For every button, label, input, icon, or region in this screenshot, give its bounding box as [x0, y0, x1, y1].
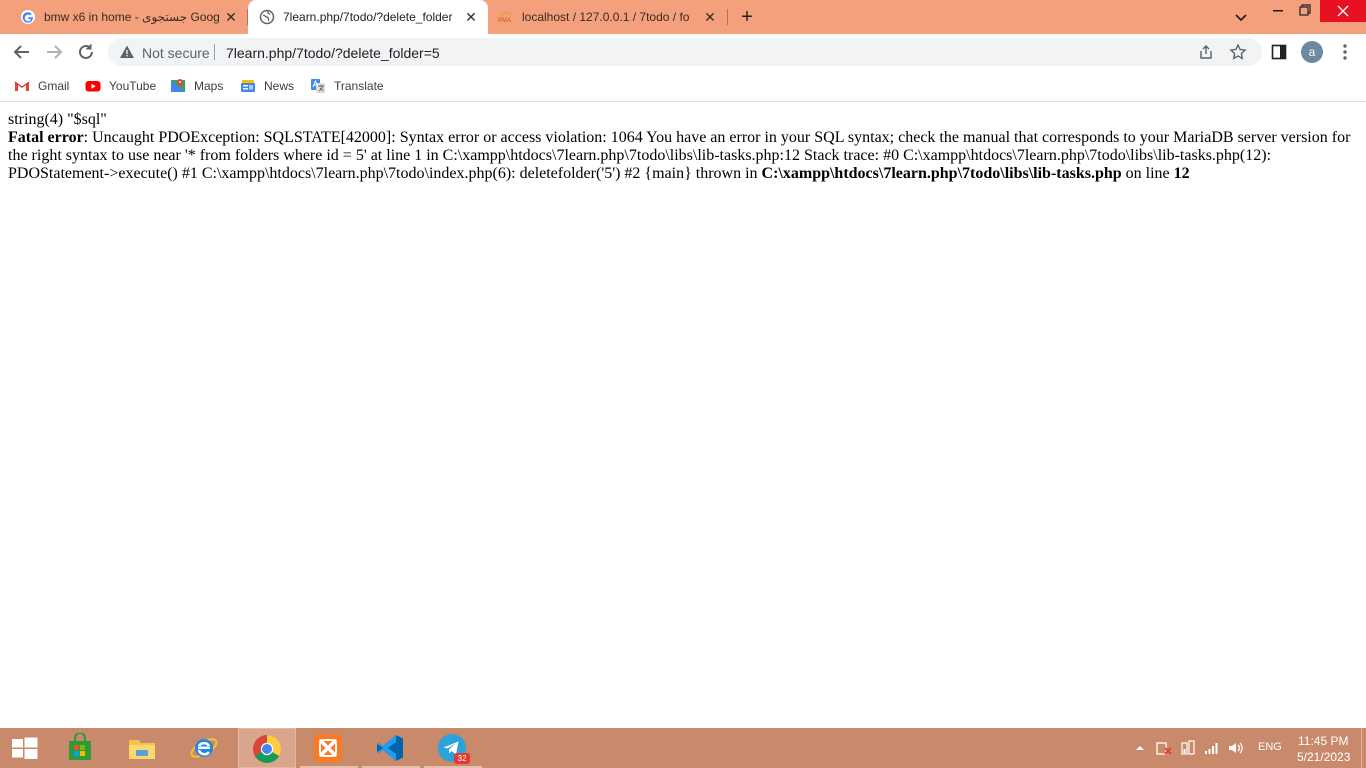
taskbar-chrome[interactable]	[238, 728, 296, 768]
close-tab-icon[interactable]: ✕	[223, 9, 239, 25]
bookmark-translate[interactable]: Translate	[310, 76, 384, 96]
kebab-menu-icon[interactable]	[1337, 43, 1353, 61]
bookmark-label: Translate	[334, 79, 384, 93]
url-text[interactable]: 7learn.php/7todo/?delete_folder=5	[226, 45, 440, 61]
taskbar-telegram[interactable]: 32	[424, 728, 482, 768]
taskbar-file-explorer[interactable]	[114, 728, 172, 768]
tab-title: 7learn.php/7todo/?delete_folder	[283, 10, 453, 24]
store-icon	[69, 733, 91, 760]
svg-text:PMA: PMA	[498, 18, 512, 24]
browser-toolbar: Not secure 7learn.php/7todo/?delete_fold…	[0, 34, 1366, 70]
reload-icon[interactable]	[73, 39, 99, 65]
network-error-icon[interactable]	[1156, 740, 1172, 756]
bookmark-news[interactable]: News	[240, 76, 294, 96]
news-icon	[241, 80, 255, 92]
error-line-number: 12	[1173, 165, 1190, 182]
vscode-icon	[377, 735, 403, 761]
tab-7learn-active[interactable]: 7learn.php/7todo/?delete_folder ✕	[248, 0, 488, 34]
maps-icon	[171, 79, 185, 92]
tab-search-icon[interactable]	[1232, 8, 1250, 26]
error-file-path: C:\xampp\htdocs\7learn.php\7todo\libs\li…	[761, 165, 1122, 182]
globe-icon	[259, 9, 275, 25]
bookmark-label: Maps	[194, 79, 224, 93]
taskbar-internet-explorer[interactable]	[176, 728, 234, 768]
chrome-icon	[253, 735, 281, 763]
minimize-button[interactable]	[1263, 0, 1293, 22]
back-arrow-icon[interactable]	[9, 39, 35, 65]
close-tab-icon[interactable]: ✕	[702, 9, 718, 25]
restore-button[interactable]	[1290, 0, 1320, 22]
input-language[interactable]: ENG	[1258, 741, 1282, 753]
close-window-button[interactable]	[1320, 0, 1366, 22]
tab-title: bmw x6 in home - جستجوی Goog	[44, 10, 220, 24]
bookmark-maps[interactable]: Maps	[170, 76, 223, 96]
taskbar-vscode[interactable]	[362, 728, 420, 768]
chevron-up-icon[interactable]	[1132, 740, 1148, 756]
gmail-icon	[14, 81, 30, 91]
battery-icon[interactable]	[1180, 740, 1196, 756]
volume-icon[interactable]	[1228, 740, 1244, 756]
start-button[interactable]	[0, 728, 50, 768]
bookmark-label: News	[264, 79, 295, 93]
side-panel-icon[interactable]	[1271, 44, 1287, 60]
taskbar-xampp[interactable]	[300, 728, 358, 768]
tab-title: localhost / 127.0.0.1 / 7todo / fo	[522, 10, 690, 24]
bookmark-label: Gmail	[38, 79, 70, 93]
warning-triangle-icon[interactable]	[119, 44, 135, 60]
bookmark-star-icon[interactable]	[1229, 43, 1247, 61]
bookmark-gmail[interactable]: Gmail	[14, 76, 69, 96]
page-content: string(4) "$sql" Fatal error: Uncaught P…	[0, 103, 1366, 728]
error-label: Fatal error	[8, 129, 84, 146]
tab-phpmyadmin[interactable]: PMA localhost / 127.0.0.1 / 7todo / fo ✕	[488, 0, 728, 34]
xampp-icon	[314, 734, 342, 762]
taskbar-store[interactable]	[52, 728, 110, 768]
tab-separator	[727, 9, 728, 25]
profile-avatar[interactable]: a	[1301, 41, 1323, 63]
youtube-icon	[85, 81, 101, 92]
clock-time[interactable]: 11:45 PM	[1298, 734, 1348, 748]
close-tab-icon[interactable]: ✕	[463, 9, 479, 25]
unread-badge: 32	[454, 753, 470, 764]
omnibox-separator	[214, 44, 215, 60]
forward-arrow-icon[interactable]	[41, 39, 67, 65]
var-dump-line: string(4) "$sql"	[8, 111, 107, 128]
tab-strip: bmw x6 in home - جستجوی Goog ✕ 7learn.ph…	[0, 0, 1366, 34]
security-status-label[interactable]: Not secure	[142, 45, 210, 61]
bookmark-youtube[interactable]: YouTube	[85, 76, 156, 96]
wifi-signal-icon[interactable]	[1204, 740, 1220, 756]
address-bar[interactable]: Not secure 7learn.php/7todo/?delete_fold…	[108, 38, 1262, 66]
clock-date[interactable]: 5/21/2023	[1297, 750, 1350, 764]
php-error-message: Fatal error: Uncaught PDOException: SQLS…	[8, 129, 1358, 183]
phpmyadmin-icon: PMA	[498, 12, 512, 24]
google-g-icon	[21, 10, 35, 24]
bookmark-label: YouTube	[109, 79, 157, 93]
windows-logo-icon	[12, 737, 38, 759]
minimize-icon	[1273, 10, 1283, 12]
windows-taskbar: 32 ENG 11:45 PM 5/21/2023	[0, 728, 1366, 768]
new-tab-button[interactable]: +	[736, 6, 758, 28]
share-icon[interactable]	[1198, 44, 1214, 60]
file-explorer-icon	[129, 740, 155, 759]
restore-icon	[1299, 4, 1311, 16]
show-desktop-button[interactable]	[1361, 728, 1366, 768]
translate-icon	[311, 79, 325, 93]
internet-explorer-icon	[190, 738, 218, 758]
tab-google-search[interactable]: bmw x6 in home - جستجوی Goog ✕	[8, 0, 248, 34]
close-icon	[1337, 5, 1349, 17]
on-line-text: on line	[1121, 165, 1174, 182]
bookmarks-bar: Gmail YouTube Maps News Translate	[0, 70, 1366, 102]
